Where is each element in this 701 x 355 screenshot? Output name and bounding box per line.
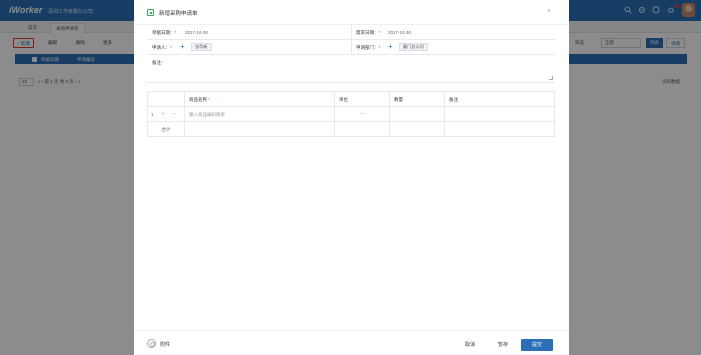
product-name-input[interactable]: 输入商品编码搜索 ··· (185, 107, 366, 122)
dialog-header: 新增采购申请单 × (134, 0, 569, 25)
remove-row-icon[interactable]: − (172, 111, 176, 118)
table-header-remark: 备注 (445, 92, 556, 107)
row-controls: 1 + − (148, 107, 185, 122)
applicant-chip[interactable]: 张华新 (191, 43, 212, 51)
add-row-icon[interactable]: + (161, 111, 165, 118)
dept-chip[interactable]: 厦门总公司 (399, 43, 428, 51)
summary-name-cell (185, 122, 335, 137)
new-purchase-request-dialog: 新增采购申请单 × 单据日期：* 2017-10-30 需求日期：* 2017-… (134, 0, 569, 355)
summary-unit-cell (335, 122, 390, 137)
remark-label: 备注： (152, 60, 166, 65)
remark-field[interactable]: 备注： (147, 55, 555, 83)
qty-cell[interactable] (390, 107, 445, 122)
doc-date-label: 单据日期：* (152, 30, 177, 35)
doc-date-field[interactable]: 2017-10-30 (185, 30, 208, 35)
summary-remark-cell (445, 122, 556, 137)
column-divider (351, 40, 352, 55)
attachment-icon[interactable] (147, 339, 156, 348)
resize-handle[interactable] (549, 76, 553, 80)
form-row-dates: 单据日期：* 2017-10-30 需求日期：* 2017-10-30 (147, 25, 555, 40)
summary-label: 合计 (148, 122, 185, 137)
column-divider (351, 25, 352, 40)
submit-button[interactable]: 提交 (521, 339, 553, 351)
items-table: 商品名称 * 单位 数量 备注 1 + − 输入商品编码搜索 ··· 合计 (147, 91, 556, 137)
cancel-button[interactable]: 取消 (459, 339, 481, 351)
table-header-controls (148, 92, 185, 107)
form-row-applicant: 申请人：* + 张华新 申请部门：* + 厦门总公司 (147, 40, 555, 55)
product-name-placeholder: 输入商品编码搜索 (189, 112, 225, 117)
table-header-qty: 数量 (390, 92, 445, 107)
add-dept-icon[interactable]: + (388, 43, 393, 51)
document-icon (147, 9, 154, 16)
dept-label: 申请部门：* (356, 45, 381, 50)
applicant-label: 申请人：* (152, 45, 172, 50)
unit-cell[interactable] (335, 107, 390, 122)
close-icon[interactable]: × (547, 8, 551, 15)
table-header-name: 商品名称 * (185, 92, 335, 107)
row-index: 1 (151, 112, 154, 117)
need-date-field[interactable]: 2017-10-30 (388, 30, 411, 35)
summary-qty-cell (390, 122, 445, 137)
add-applicant-icon[interactable]: + (180, 43, 185, 51)
dialog-footer: 附件 取消 暂存 提交 (134, 330, 569, 355)
need-date-label: 需求日期：* (356, 30, 381, 35)
dialog-title: 新增采购申请单 (159, 11, 198, 17)
attachment-label[interactable]: 附件 (160, 341, 170, 348)
remark-cell[interactable] (445, 107, 556, 122)
table-header-unit: 单位 (335, 92, 390, 107)
save-draft-button[interactable]: 暂存 (492, 339, 514, 351)
